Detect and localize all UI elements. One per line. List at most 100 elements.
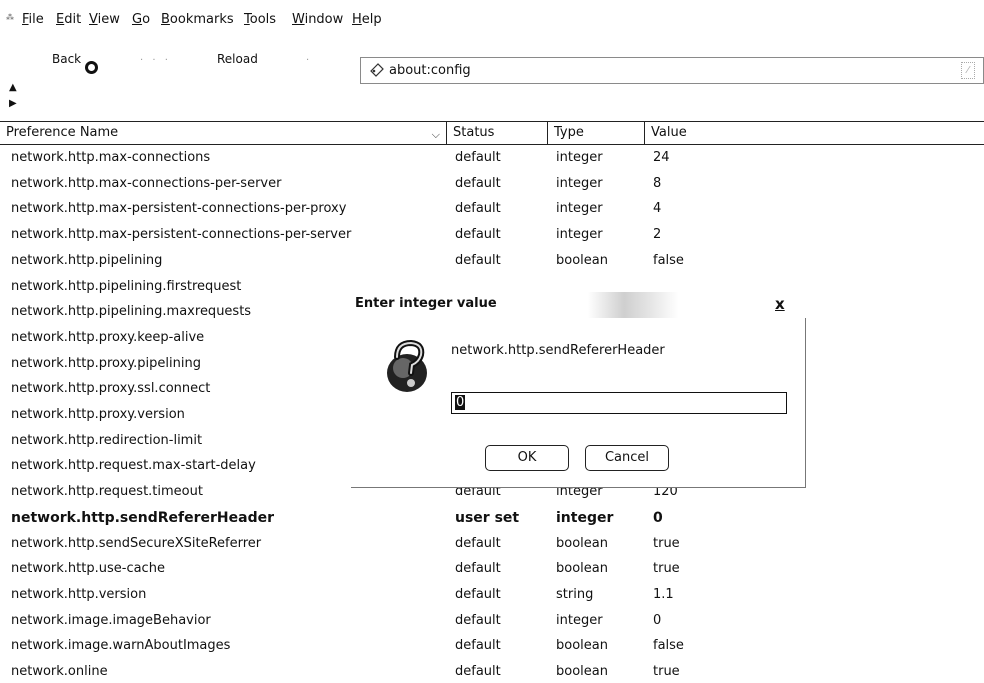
menu-go[interactable]: Go [132,12,150,27]
dialog-preference-name: network.http.sendRefererHeader [451,343,665,358]
table-row[interactable]: network.http.max-connections-per-server d… [0,172,984,197]
reload-button[interactable]: Reload [217,52,258,66]
value-cell: 1.1 [653,586,674,602]
pref-name-cell: network.http.pipelining.maxrequests [11,304,252,320]
menu-help[interactable]: Help [352,12,382,27]
scroll-up-icon[interactable]: ▲ [9,82,17,93]
stop-button[interactable]: . [306,52,309,63]
table-row[interactable]: network.http.version default string 1.1 [0,583,984,608]
pref-name-cell: network.http.sendRefererHeader [11,509,274,526]
ok-button[interactable]: OK [485,445,569,471]
status-cell: default [455,561,501,577]
question-icon [387,339,427,392]
page-icon [370,63,384,77]
column-header-status[interactable]: Status [447,122,548,144]
cancel-button[interactable]: Cancel [585,445,669,471]
value-cell: false [653,252,684,268]
pref-name-cell: network.http.sendSecureXSiteReferrer [11,535,262,551]
type-cell: integer [556,175,603,191]
table-row[interactable]: network.image.imageBehavior default intege… [0,609,984,634]
menu-edit[interactable]: Edit [56,12,81,27]
pref-name-cell: network.http.proxy.version [11,407,185,422]
type-cell: boolean [556,664,608,679]
back-button[interactable]: Back [52,52,81,66]
sort-icon[interactable]: ⌵ [432,124,440,145]
pref-name-cell: network.http.proxy.keep-alive [11,329,205,345]
value-cell: 8 [653,175,662,191]
column-header-type[interactable]: Type [548,122,645,144]
type-cell: boolean [556,535,608,551]
type-cell: boolean [556,638,608,654]
pref-name-cell: network.http.request.timeout [11,484,203,500]
value-cell: 24 [653,150,670,165]
pref-name-cell: network.http.pipelining [11,252,163,268]
status-cell: user set [455,509,520,526]
table-row[interactable]: network.http.max-persistent-connections-… [0,197,984,222]
integer-value-input[interactable]: 0 [451,392,787,414]
pref-name-cell: network.image.imageBehavior [11,612,211,628]
pref-name-cell: network.http.pipelining.firstrequest [11,278,242,294]
value-cell: true [653,535,680,551]
table-row[interactable]: network.http.pipelining default boolean fal… [0,249,984,274]
expand-arrow-icon[interactable]: ▶ [9,98,17,109]
pref-name-cell: network.http.max-persistent-connections-… [11,227,352,243]
type-cell: integer [556,509,614,526]
url-text[interactable]: about:config [389,63,471,78]
forward-button[interactable]: . . . [140,52,171,63]
go-icon[interactable]: ⁄ [961,62,975,79]
menubar-grip-icon[interactable]: ⁂ [6,13,14,22]
menu-tools[interactable]: Tools [244,12,276,27]
pref-name-cell: network.image.warnAboutImages [11,638,231,654]
menu-window[interactable]: Window [292,12,343,27]
type-cell: integer [556,227,603,243]
type-cell: boolean [556,561,608,577]
pref-name-cell: network.http.redirection-limit [11,432,203,448]
menu-file[interactable]: File [22,12,44,27]
type-cell: integer [556,201,603,217]
table-row[interactable]: network.http.sendRefererHeader user set in… [0,506,984,531]
status-cell: default [455,535,501,551]
pref-name-cell: network.http.max-connections-per-server [11,175,282,191]
pref-name-cell: network.online [11,664,108,679]
status-cell: default [455,586,501,602]
dialog-title-bar[interactable]: Enter integer value x [351,292,806,318]
value-cell: 2 [653,227,662,243]
value-cell: false [653,638,684,654]
menu-bar: ⁂ File Edit View Go Bookmarks Tools Wind… [0,0,984,38]
status-cell: default [455,252,501,268]
pref-name-cell: network.http.use-cache [11,561,165,577]
close-icon[interactable]: x [775,295,785,313]
table-row[interactable]: network.http.sendSecureXSiteReferrer defa… [0,532,984,557]
integer-value-text[interactable]: 0 [455,395,466,410]
table-row[interactable]: network.http.max-persistent-connections-… [0,223,984,248]
back-arrow-icon[interactable] [85,61,98,74]
table-header: Preference Name ⌵ Status Type Value [0,121,984,145]
pref-name-cell: network.http.proxy.ssl.connect [11,381,211,397]
type-cell: string [556,586,594,602]
dialog-title: Enter integer value [355,296,497,311]
table-row[interactable]: network.http.use-cache default boolean true [0,557,984,582]
table-row[interactable]: network.online default boolean true [0,660,984,683]
value-cell: true [653,664,680,679]
menu-bookmarks[interactable]: Bookmarks [161,12,234,27]
status-cell: default [455,638,501,654]
value-cell: 4 [653,201,662,217]
type-cell: integer [556,612,603,628]
status-cell: default [455,612,501,628]
integer-value-dialog: Enter integer value x network.http.sendR… [351,292,806,488]
url-bar[interactable]: about:config ⁄ [360,57,984,84]
value-cell: 0 [653,612,662,628]
table-row[interactable]: network.http.max-connections default integ… [0,146,984,171]
pref-name-cell: network.http.proxy.pipelining [11,355,201,371]
status-cell: default [455,201,501,217]
value-cell: 0 [653,509,663,526]
table-row[interactable]: network.image.warnAboutImages default bool… [0,634,984,659]
menu-view[interactable]: View [89,12,120,27]
status-cell: default [455,227,501,243]
column-header-name[interactable]: Preference Name ⌵ [0,122,447,144]
type-cell: integer [556,150,603,165]
status-cell: default [455,175,501,191]
column-header-value[interactable]: Value [645,122,984,144]
pref-name-cell: network.http.max-persistent-connections-… [11,201,347,217]
pref-name-cell: network.http.max-connections [11,150,211,165]
